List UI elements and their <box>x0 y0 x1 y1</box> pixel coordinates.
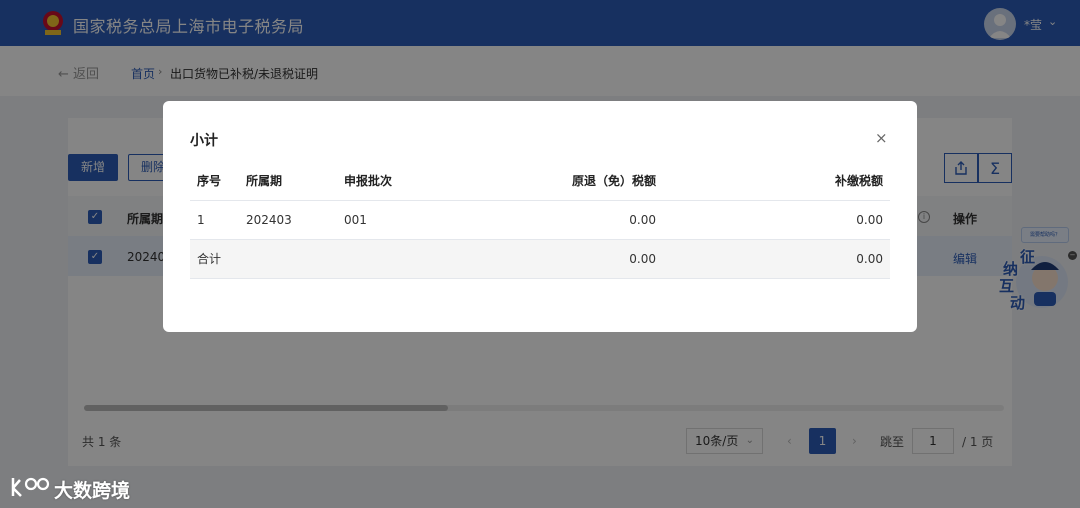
dialog-title: 小计 <box>190 133 218 149</box>
cell-supplementary-tax: 0.00 <box>856 213 883 227</box>
cell-original-refund: 0.00 <box>629 213 656 227</box>
cell-period: 202403 <box>246 213 292 227</box>
table-row: 1 202403 001 0.00 0.00 <box>190 201 890 240</box>
summary-original-refund: 0.00 <box>629 252 656 266</box>
watermark-logo-icon <box>11 477 50 497</box>
column-header-batch: 申报批次 <box>344 174 393 188</box>
table-header: 序号 所属期 申报批次 原退（免）税额 补缴税额 <box>190 161 890 201</box>
close-icon[interactable]: × <box>875 129 888 147</box>
subtotal-dialog: 小计 × 序号 所属期 申报批次 原退（免）税额 补缴税额 1 202403 0… <box>163 101 917 332</box>
summary-label: 合计 <box>197 252 222 266</box>
summary-row: 合计 0.00 0.00 <box>190 240 890 279</box>
column-header-original-refund: 原退（免）税额 <box>571 174 656 188</box>
cell-index: 1 <box>197 213 205 227</box>
watermark-text: 大数跨境 <box>54 480 131 502</box>
subtotal-table: 序号 所属期 申报批次 原退（免）税额 补缴税额 1 202403 001 0.… <box>190 161 890 279</box>
column-header-period: 所属期 <box>246 174 283 188</box>
summary-supplementary-tax: 0.00 <box>856 252 883 266</box>
cell-batch: 001 <box>344 213 367 227</box>
column-header-index: 序号 <box>197 174 222 188</box>
column-header-supplementary-tax: 补缴税额 <box>834 174 883 188</box>
